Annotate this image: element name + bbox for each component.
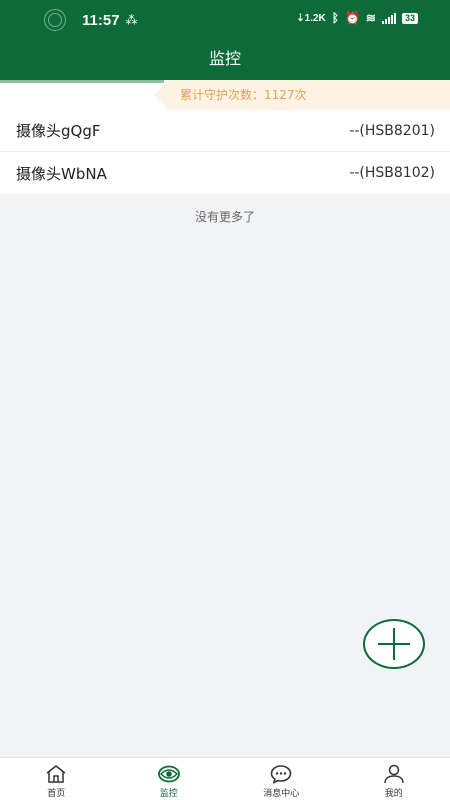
- device-code: --(HSB8102): [349, 165, 435, 181]
- tab-home[interactable]: 首页: [0, 758, 113, 800]
- page-title: 监控: [208, 49, 241, 68]
- device-list: 摄像头gQgF --(HSB8201) 摄像头WbNA --(HSB8102): [0, 110, 450, 194]
- device-name: 摄像头WbNA: [16, 164, 107, 183]
- list-end-text: 没有更多了: [194, 210, 255, 224]
- bottom-tab-bar: 首页 监控 消息中心 我的: [0, 757, 450, 800]
- alarm-icon: ⏰: [344, 11, 360, 25]
- tab-label: 消息中心: [263, 789, 300, 799]
- device-code: --(HSB8201): [349, 122, 435, 139]
- tab-monitor[interactable]: 监控: [113, 758, 226, 800]
- screen-record-icon: [44, 9, 66, 31]
- wifi-icon: ≋: [365, 11, 376, 25]
- tab-label: 监控: [159, 789, 178, 799]
- battery-indicator: 33: [401, 12, 418, 24]
- status-time: 11:57: [82, 11, 120, 29]
- eye-icon: [157, 765, 180, 783]
- device-name: 摄像头gQgF: [16, 122, 101, 140]
- home-icon: [46, 765, 66, 783]
- device-list-item[interactable]: 摄像头WbNA --(HSB8102): [0, 152, 450, 194]
- tab-profile[interactable]: 我的: [338, 758, 450, 800]
- tab-label: 我的: [384, 789, 403, 799]
- stats-banner: 累计守护次数：1127次: [0, 80, 450, 110]
- tab-messages[interactable]: 消息中心: [225, 758, 338, 800]
- tab-label: 首页: [47, 789, 66, 799]
- status-bar: 11:57 ⁂ ⇣1.2K ᛒ ⏰ ≋ 33: [0, 0, 450, 38]
- app-notification-icon: ⁂: [125, 13, 138, 27]
- user-icon: [384, 764, 404, 784]
- add-device-button[interactable]: [363, 619, 425, 669]
- net-speed: ⇣1.2K: [296, 12, 326, 24]
- plus-icon: [378, 628, 410, 660]
- signal-icon: [381, 12, 396, 24]
- chat-icon: [270, 765, 292, 784]
- nav-bar: 监控: [0, 38, 450, 80]
- guard-count-text: 累计守护次数：1127次: [180, 88, 307, 102]
- device-list-item[interactable]: 摄像头gQgF --(HSB8201): [0, 110, 450, 152]
- bluetooth-icon: ᛒ: [331, 11, 339, 25]
- banner-accent-line: [0, 80, 164, 83]
